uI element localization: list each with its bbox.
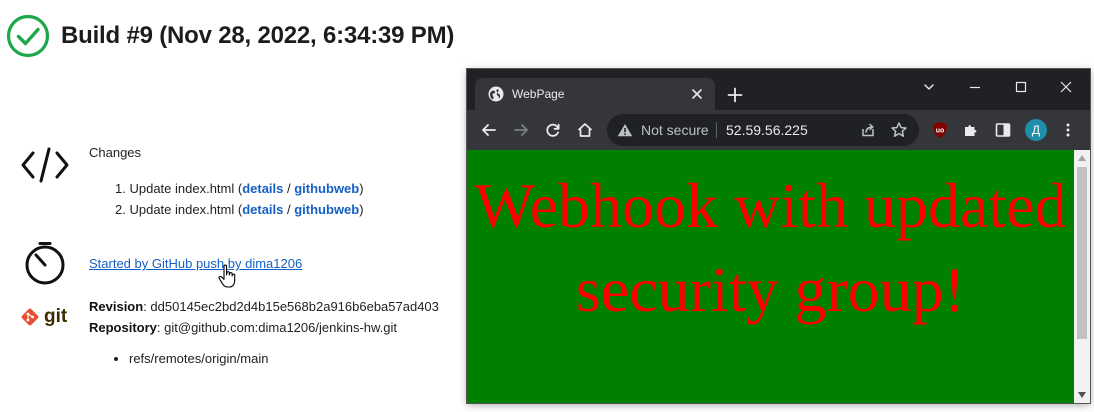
close-window-icon[interactable] (1056, 77, 1076, 97)
maximize-icon[interactable] (1011, 77, 1031, 97)
bookmark-star-icon[interactable] (889, 120, 909, 140)
url-text[interactable]: 52.59.56.225 (726, 122, 808, 138)
side-panel-icon[interactable] (993, 120, 1013, 140)
close-tab-icon[interactable] (687, 84, 707, 104)
changes-list: 1. Update index.html (details / githubwe… (115, 178, 364, 220)
scroll-down-arrow-icon[interactable] (1078, 392, 1086, 398)
extensions-puzzle-icon[interactable] (961, 120, 981, 140)
warning-icon[interactable] (617, 123, 633, 137)
minimize-icon[interactable] (965, 77, 985, 97)
new-tab-icon[interactable] (725, 85, 745, 105)
change-number: 1. (115, 181, 126, 196)
change-item: 2. Update index.html (details / githubwe… (115, 199, 364, 220)
share-icon[interactable] (858, 120, 878, 140)
changes-label: Changes (89, 145, 142, 160)
link-separator: / (283, 202, 295, 217)
githubweb-link[interactable]: githubweb (294, 181, 359, 196)
git-logo-icon (21, 308, 39, 326)
omnibox-divider (716, 122, 717, 138)
kebab-menu-icon[interactable] (1058, 120, 1078, 140)
scrollbar-thumb[interactable] (1077, 167, 1087, 339)
cause-link[interactable]: Started by GitHub push by dima1206 (89, 256, 302, 271)
svg-text:uo: uo (936, 128, 945, 135)
details-link[interactable]: details (242, 202, 283, 217)
home-icon[interactable] (575, 120, 595, 140)
repository-label: Repository (89, 320, 157, 335)
build-header: Build #9 (Nov 28, 2022, 6:34:39 PM) (6, 14, 454, 58)
change-number: 2. (115, 202, 126, 217)
forward-arrow-icon[interactable] (511, 120, 531, 140)
browser-toolbar: Not secure 52.59.56.225 uo Д (467, 110, 1090, 150)
timer-icon (25, 242, 65, 285)
scm-info: Revision: dd50145ec2bd2d4b15e568b2a916b6… (89, 296, 439, 338)
back-arrow-icon[interactable] (479, 120, 499, 140)
change-text: Update index.html ( (129, 181, 243, 196)
browser-tab[interactable]: WebPage (475, 78, 715, 110)
code-icon (21, 147, 69, 183)
scroll-up-arrow-icon[interactable] (1078, 155, 1086, 161)
githubweb-link[interactable]: githubweb (294, 202, 359, 217)
revision-row: Revision: dd50145ec2bd2d4b15e568b2a916b6… (89, 299, 439, 314)
paren-close: ) (359, 181, 364, 196)
vertical-scrollbar[interactable] (1074, 150, 1090, 403)
git-logo-text: git (44, 306, 68, 327)
tab-title: WebPage (512, 87, 565, 101)
details-link[interactable]: details (242, 181, 283, 196)
address-bar[interactable]: Not secure 52.59.56.225 (607, 114, 919, 146)
revision-value: dd50145ec2bd2d4b15e568b2a916b6eba57ad403 (150, 299, 439, 314)
success-check-icon (6, 14, 50, 58)
change-item: 1. Update index.html (details / githubwe… (115, 178, 364, 199)
ublock-extension-icon[interactable]: uo (930, 120, 950, 140)
revision-label: Revision (89, 299, 144, 314)
webpage-heading: Webhook with updated security group! (474, 170, 1067, 325)
page-title: Build #9 (Nov 28, 2022, 6:34:39 PM) (61, 22, 455, 49)
link-separator: / (283, 181, 295, 196)
git-logo: git (20, 303, 72, 331)
reload-icon[interactable] (543, 120, 563, 140)
hand-cursor-icon (218, 264, 236, 288)
change-text: Update index.html ( (129, 202, 243, 217)
security-label[interactable]: Not secure (641, 122, 709, 138)
paren-close: ) (359, 202, 364, 217)
profile-avatar[interactable]: Д (1025, 119, 1047, 141)
page-viewport: Webhook with updated security group! (467, 150, 1074, 403)
tab-search-icon[interactable] (919, 77, 939, 97)
ref-item: refs/remotes/origin/main (129, 351, 268, 366)
repository-row: Repository: git@github.com:dima1206/jenk… (89, 320, 398, 335)
browser-window: WebPage Not secure 52.59.56.225 uo Д Web… (467, 69, 1090, 403)
tab-strip: WebPage (467, 69, 1090, 110)
refs-list: refs/remotes/origin/main (112, 351, 268, 366)
globe-icon (488, 86, 504, 102)
repository-value: git@github.com:dima1206/jenkins-hw.git (164, 320, 398, 335)
